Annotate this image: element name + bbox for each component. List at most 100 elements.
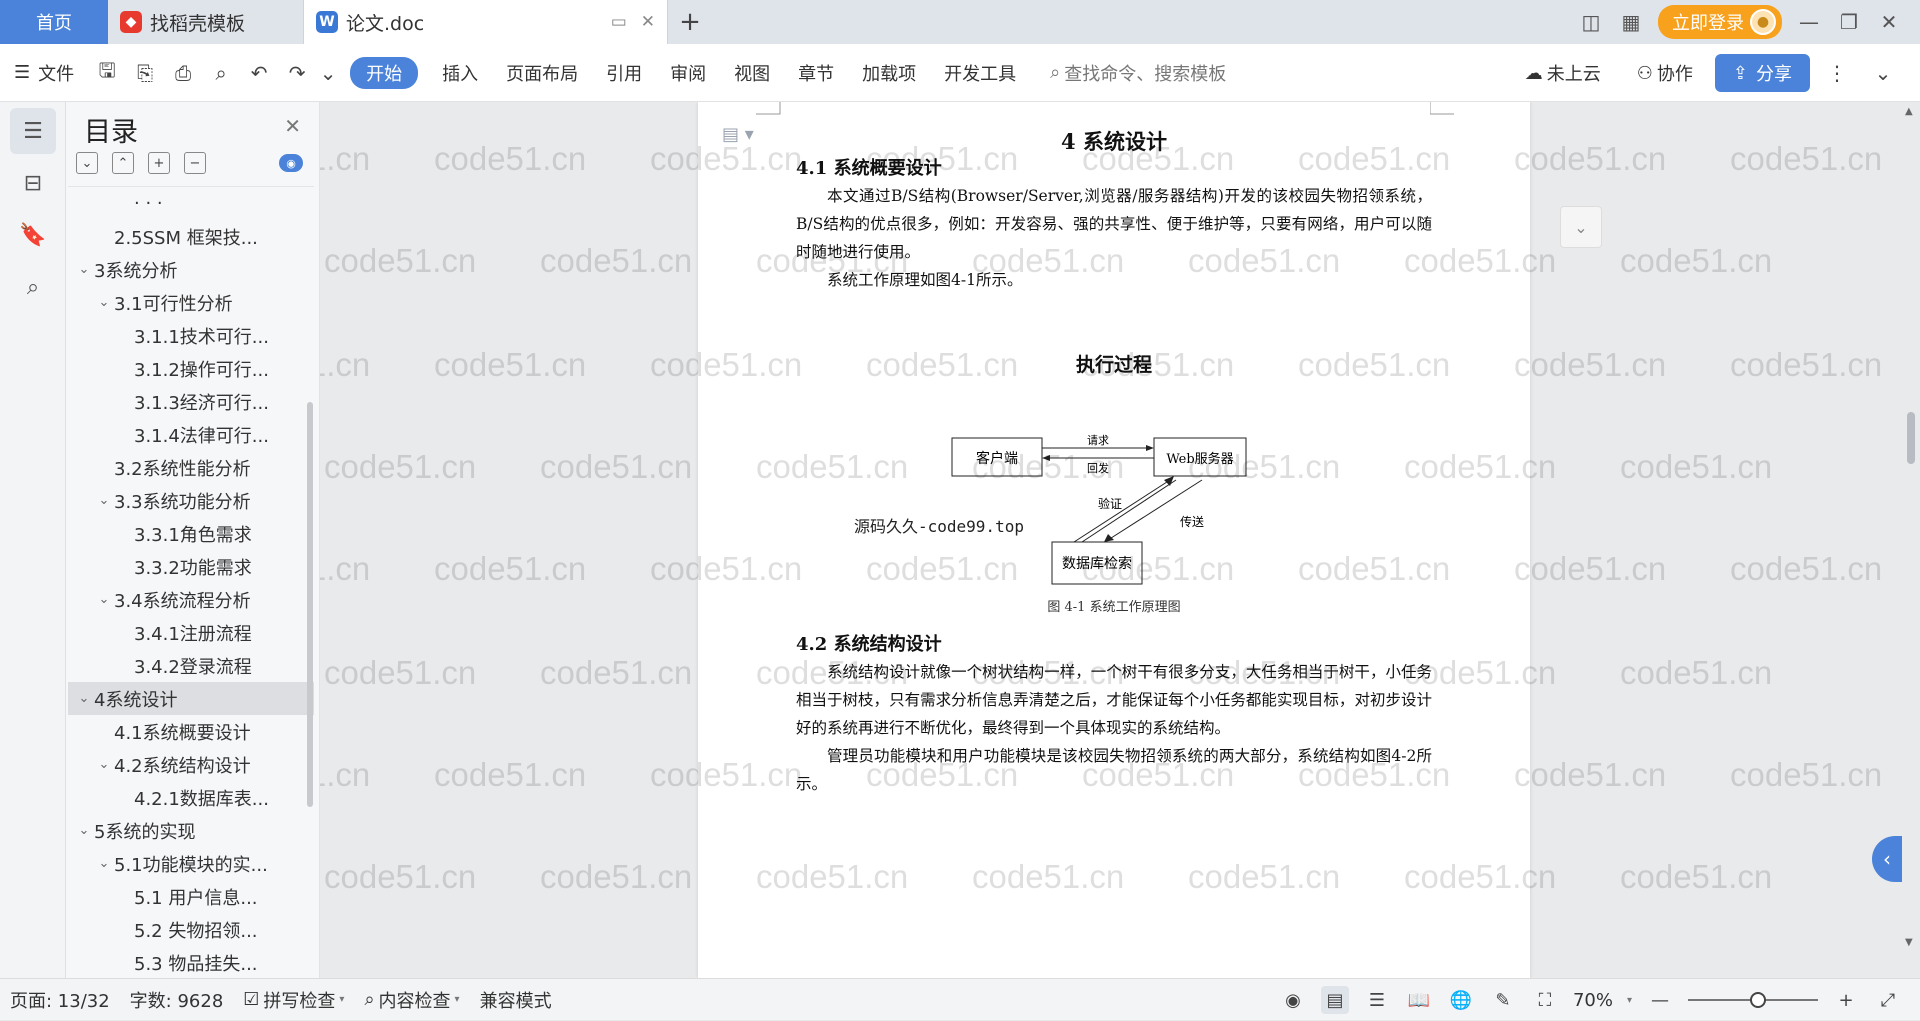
outline-item[interactable]: ⌄ 4.2系统结构设计 [68, 748, 314, 781]
outline-item[interactable]: ⌄ 3.3系统功能分析 [68, 484, 314, 517]
outline-item[interactable]: 3.1.1技术可行... [68, 319, 314, 352]
expand-side-panel-icon[interactable]: ‹ [1872, 836, 1902, 882]
outline-icon[interactable]: ☰ [10, 108, 56, 154]
spell-check-button[interactable]: ☑ 拼写检查 ▾ [233, 987, 354, 1013]
tab-template[interactable]: ◆ 找稻壳模板 [108, 0, 304, 44]
tab-review[interactable]: 审阅 [656, 44, 720, 102]
zoom-in-icon[interactable]: + [1832, 986, 1860, 1014]
login-button[interactable]: 立即登录 ● [1658, 5, 1782, 39]
outline-item[interactable]: ⌄ 5.1功能模块的实... [68, 847, 314, 880]
command-search[interactable]: ⌕ 查找命令、搜索模板 [1050, 60, 1226, 86]
outline-item[interactable]: ⌄ 5系统的实现 [68, 814, 314, 847]
outline-item[interactable]: 3.2系统性能分析 [68, 451, 314, 484]
content-check-button[interactable]: ⌕ 内容检查 ▾ [354, 987, 469, 1013]
text-filter-icon[interactable]: ⌄ [1560, 206, 1602, 248]
outline-item[interactable]: ⌄ 3系统分析 [68, 253, 314, 286]
edit-pen-icon[interactable]: ✎ [1489, 986, 1517, 1014]
outline-view-icon[interactable]: ☰ [1363, 986, 1391, 1014]
tab-reference[interactable]: 引用 [592, 44, 656, 102]
close-window-icon[interactable]: ✕ [1876, 9, 1902, 35]
outline-item[interactable]: 4.1系统概要设计 [68, 715, 314, 748]
outline-item[interactable]: 5.1 用户信息... [68, 880, 314, 913]
word-count[interactable]: 字数: 9628 [120, 987, 234, 1013]
cloud-status-button[interactable]: ☁ 未上云 [1511, 44, 1615, 102]
tab-view[interactable]: 视图 [720, 44, 784, 102]
reading-mode-icon[interactable]: ◫ [1578, 9, 1604, 35]
outline-scrollbar[interactable] [307, 402, 313, 807]
scroll-thumb[interactable] [1907, 412, 1915, 464]
read-view-icon[interactable]: 📖 [1405, 986, 1433, 1014]
export-pdf-icon[interactable]: ⎘ [126, 44, 164, 102]
outline-item[interactable]: 5.2 失物招领... [68, 913, 314, 946]
web-view-icon[interactable]: 🌐 [1447, 986, 1475, 1014]
file-menu[interactable]: ☰ 文件 [0, 44, 88, 102]
outline-item[interactable]: 3.3.2功能需求 [68, 550, 314, 583]
tab-devtools[interactable]: 开发工具 [930, 44, 1030, 102]
tab-chapter[interactable]: 章节 [784, 44, 848, 102]
chevron-down-icon[interactable]: ⌄ [94, 493, 114, 508]
more-options-icon[interactable]: ⋮ [1818, 44, 1856, 102]
more-dropdown-icon[interactable]: ⌄ [316, 44, 340, 102]
redo-icon[interactable]: ↷ [278, 44, 316, 102]
chevron-down-icon[interactable]: ⌄ [94, 856, 114, 871]
zoom-level[interactable]: 70% [1573, 990, 1613, 1011]
undo-icon[interactable]: ↶ [240, 44, 278, 102]
tab-home[interactable]: 首页 [0, 0, 108, 44]
expand-all-icon[interactable]: + [148, 152, 170, 174]
zoom-dropdown-icon[interactable]: ▾ [1627, 995, 1632, 1006]
chapter-nav-icon[interactable]: ⊟ [10, 160, 56, 206]
bookmark-icon[interactable]: 🔖 [10, 212, 56, 258]
scroll-down-icon[interactable]: ▼ [1905, 937, 1913, 948]
chevron-down-icon[interactable]: ⌄ [74, 823, 94, 838]
outline-toggle-icon[interactable]: ◉ [279, 154, 303, 172]
outline-item[interactable]: · · · [68, 187, 314, 220]
minimize-icon[interactable]: — [1796, 9, 1822, 35]
tab-layout[interactable]: 页面布局 [492, 44, 592, 102]
save-icon[interactable]: 🖫 [88, 44, 126, 102]
tab-addons[interactable]: 加载项 [848, 44, 930, 102]
new-tab-button[interactable]: + [668, 0, 712, 44]
monitor-icon[interactable]: ▭ [611, 12, 627, 32]
print-preview-icon[interactable]: ⌕ [202, 44, 240, 102]
outline-item[interactable]: 3.4.2登录流程 [68, 649, 314, 682]
outline-item[interactable]: 3.1.3经济可行... [68, 385, 314, 418]
share-button[interactable]: ⇪ 分享 [1714, 54, 1810, 92]
page-indicator[interactable]: 页面: 13/32 [0, 987, 120, 1013]
vertical-scrollbar[interactable]: ▲ ▼ [1902, 102, 1920, 978]
page-view-icon[interactable]: ▤ [1320, 986, 1349, 1014]
close-tab-icon[interactable]: ✕ [641, 12, 655, 32]
outline-item[interactable]: 3.1.2操作可行... [68, 352, 314, 385]
chevron-down-icon[interactable]: ⌄ [94, 592, 114, 607]
expand-down-icon[interactable]: ⌄ [76, 152, 98, 174]
tab-insert[interactable]: 插入 [428, 44, 492, 102]
close-panel-icon[interactable]: ✕ [284, 114, 301, 138]
collapse-all-icon[interactable]: − [184, 152, 206, 174]
outline-item[interactable]: 5.3 物品挂失... [68, 946, 314, 976]
outline-item[interactable]: 4.2.1数据库表... [68, 781, 314, 814]
scroll-up-icon[interactable]: ▲ [1905, 106, 1913, 117]
chevron-down-icon[interactable]: ⌄ [74, 262, 94, 277]
tab-start[interactable]: 开始 [350, 56, 419, 89]
fullscreen-icon[interactable]: ⤢ [1874, 986, 1902, 1014]
chevron-down-icon[interactable]: ⌄ [94, 295, 114, 310]
tab-document[interactable]: W 论文.doc ▭ ✕ [304, 0, 668, 44]
chevron-down-icon[interactable]: ⌄ [94, 757, 114, 772]
collapse-up-icon[interactable]: ⌃ [112, 152, 134, 174]
fit-page-icon[interactable]: ⛶ [1531, 986, 1559, 1014]
chevron-down-icon[interactable]: ⌄ [74, 691, 94, 706]
outline-item[interactable]: 2.5SSM 框架技... [68, 220, 314, 253]
zoom-slider[interactable] [1688, 992, 1818, 1008]
apps-grid-icon[interactable]: ▦ [1618, 9, 1644, 35]
outline-item[interactable]: ⌄ 3.4系统流程分析 [68, 583, 314, 616]
outline-item[interactable]: ⌄ 3.1可行性分析 [68, 286, 314, 319]
restore-icon[interactable]: ❐ [1836, 9, 1862, 35]
print-icon[interactable]: ⎙ [164, 44, 202, 102]
outline-item[interactable]: 3.4.1注册流程 [68, 616, 314, 649]
eye-protect-icon[interactable]: ◉ [1279, 986, 1307, 1014]
zoom-slider-knob[interactable] [1750, 992, 1766, 1008]
outline-item[interactable]: ⌄ 4系统设计 [68, 682, 314, 715]
find-icon[interactable]: ⌕ [10, 264, 56, 310]
page-layout-icon[interactable]: ▤ ▾ [722, 124, 754, 145]
collapse-ribbon-icon[interactable]: ⌄ [1864, 44, 1902, 102]
collaborate-button[interactable]: ⚇ 协作 [1623, 44, 1707, 102]
